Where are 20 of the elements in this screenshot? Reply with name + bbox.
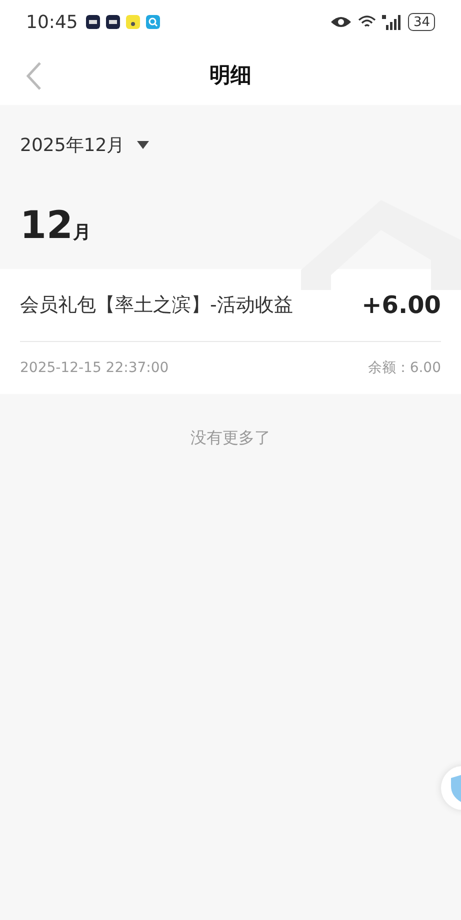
search-notification-icon: [146, 15, 160, 29]
battery-level: 34: [408, 13, 435, 31]
month-picker[interactable]: 2025年12月: [0, 105, 461, 157]
back-icon[interactable]: [24, 61, 44, 91]
record-title: 会员礼包【率土之滨】-活动收益: [20, 293, 293, 318]
end-note: 没有更多了: [190, 428, 270, 447]
status-time: 10:45: [26, 12, 78, 32]
record-amount: +6.00: [362, 291, 441, 319]
app-notification-icon: [86, 15, 100, 29]
record-balance: 余额：6.00: [368, 359, 441, 377]
eye-icon: [330, 15, 352, 29]
app-notification-icon: [126, 15, 140, 29]
signal-icon: [382, 14, 402, 30]
app-notification-icon: [106, 15, 120, 29]
dropdown-caret-icon: [136, 141, 149, 149]
month-number: 12: [20, 203, 73, 247]
month-unit: 月: [72, 221, 91, 244]
wifi-icon: [358, 15, 376, 29]
record-time: 2025-12-15 22:37:00: [20, 360, 169, 376]
page-title: 明细: [210, 62, 252, 88]
